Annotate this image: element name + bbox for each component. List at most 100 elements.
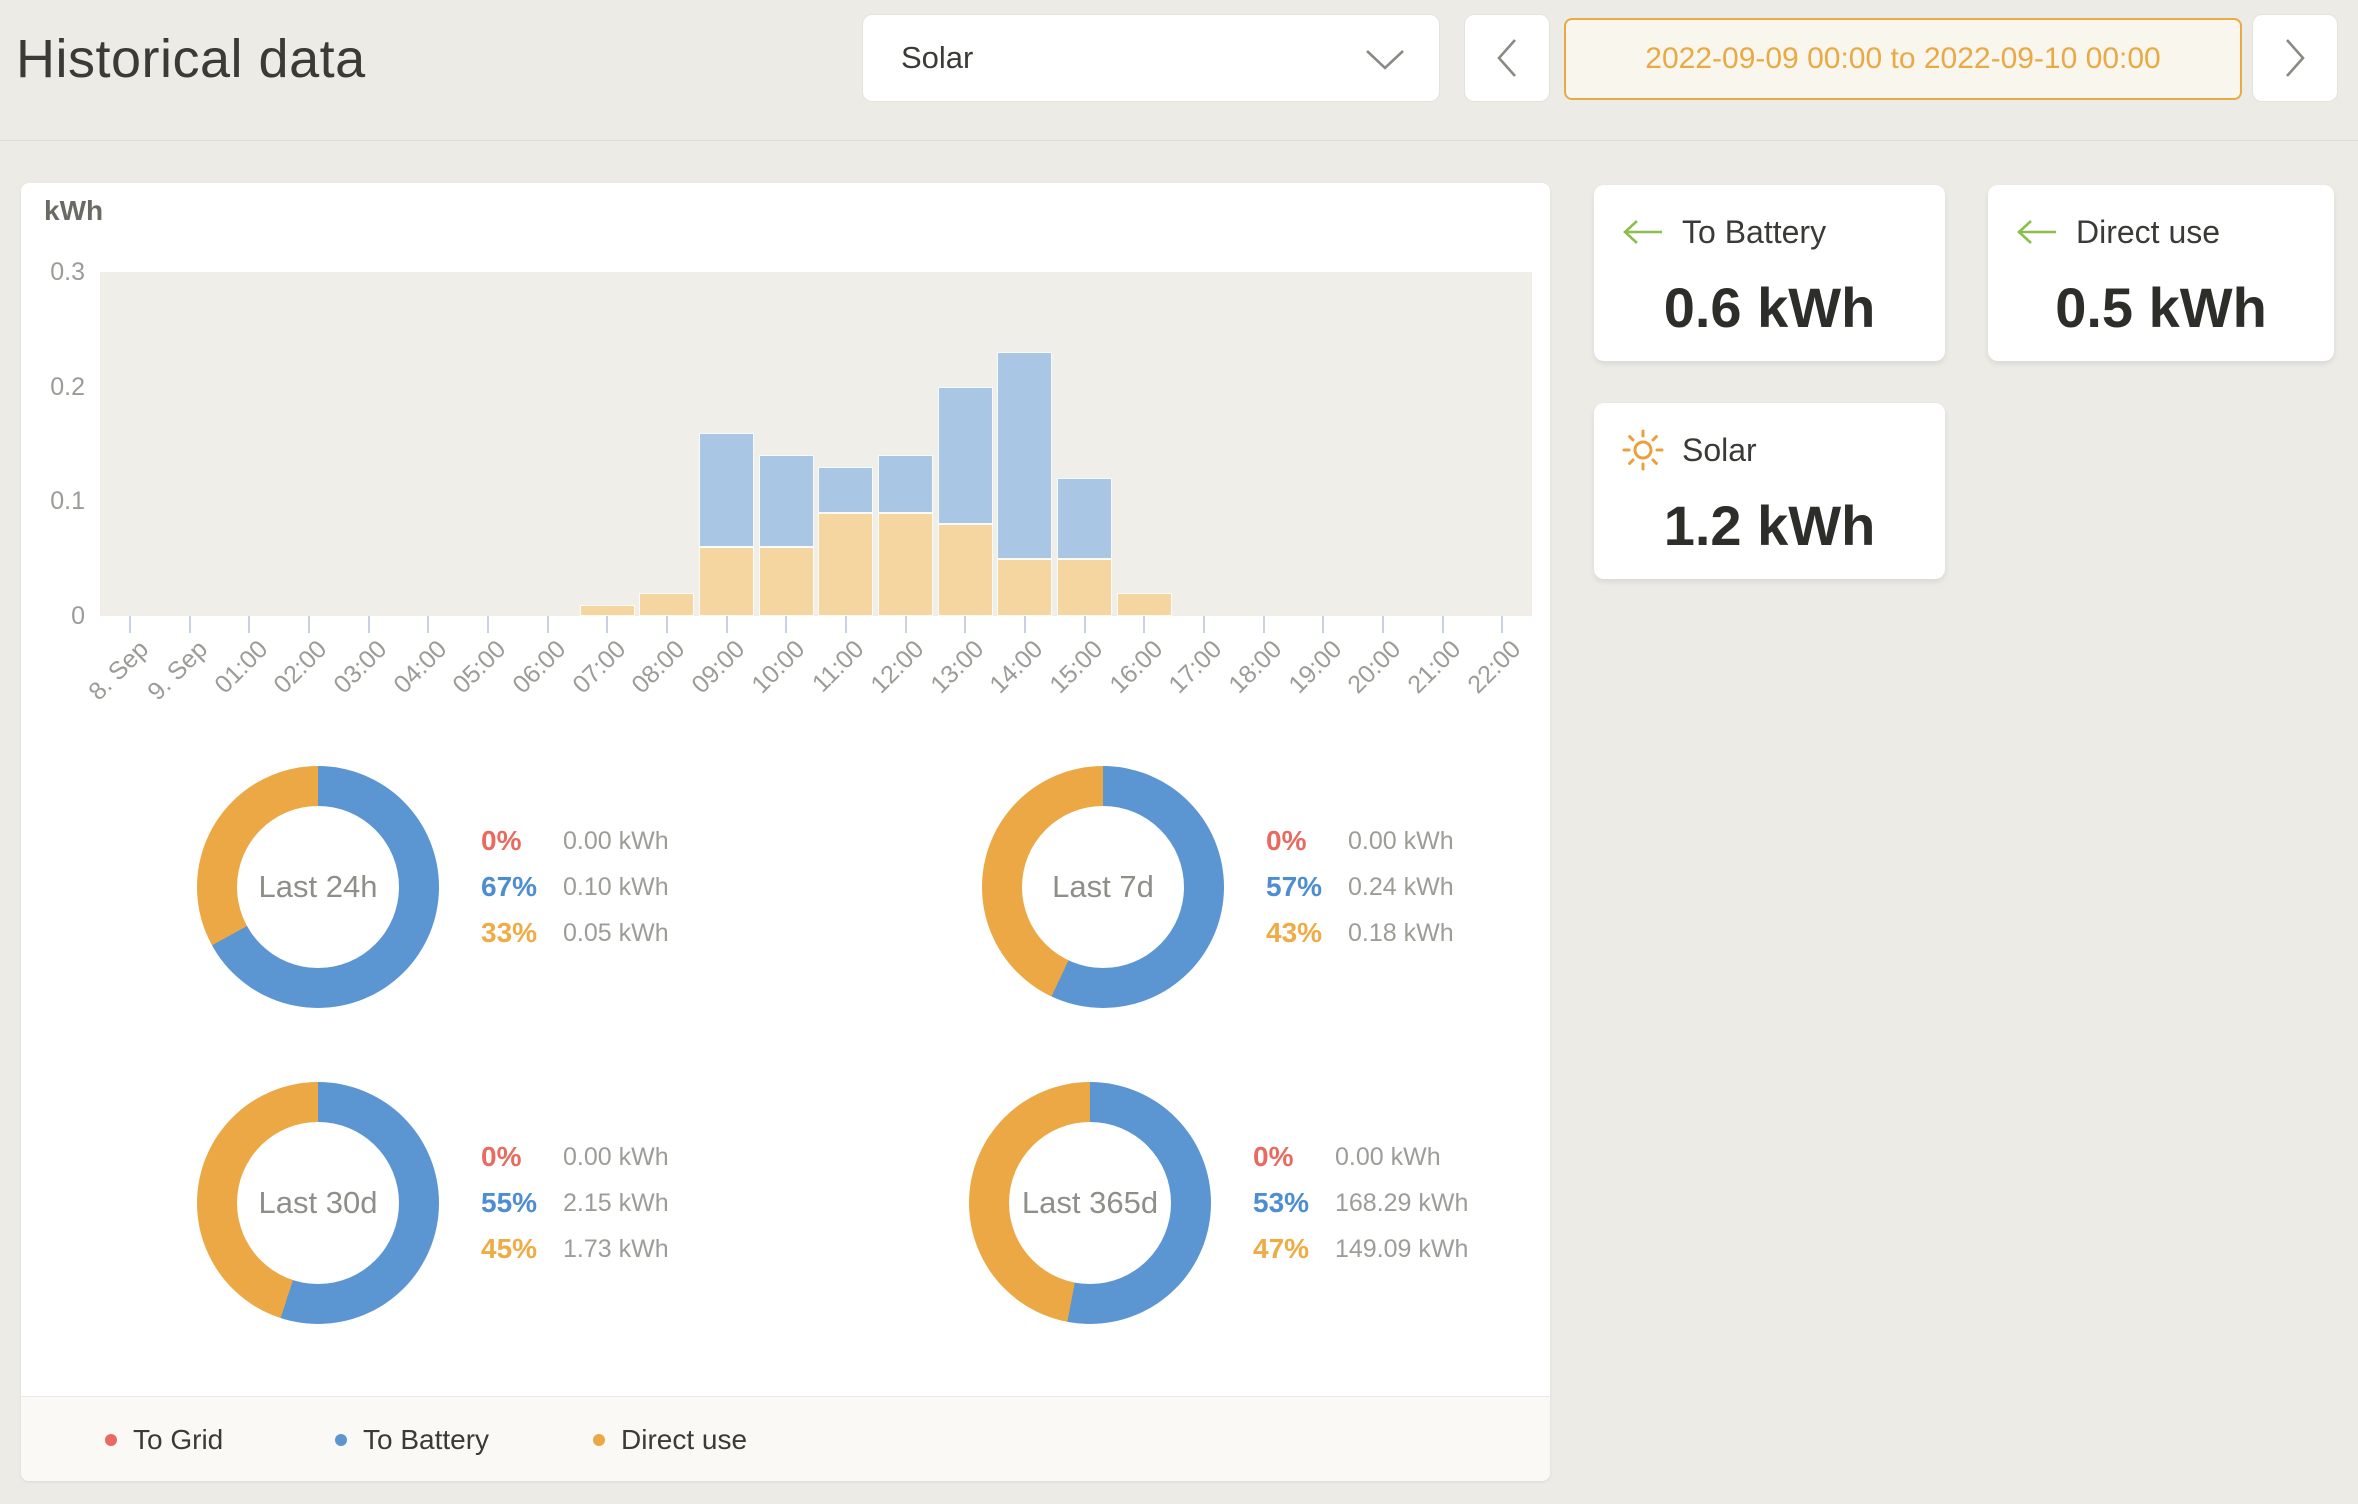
donut-chart-last-7d[interactable]: Last 7d [982,766,1224,1008]
card-label: Solar [1682,432,1757,469]
bar-segment-direct-use[interactable] [878,513,933,616]
arrow-left-icon [2016,218,2062,246]
previous-period-button[interactable] [1464,14,1550,102]
meter-select[interactable]: Solar [862,14,1440,102]
bar-segment-to-battery[interactable] [699,433,754,548]
donut-period-label: Last 24h [259,869,378,905]
legend-item-to-battery[interactable]: To Battery [335,1397,489,1482]
donut-center: Last 24h [237,806,399,968]
chevron-left-icon [1496,38,1518,78]
donut-stats: 0%0.00 kWh67%0.10 kWh33%0.05 kWh [481,818,669,956]
plot-area [100,272,1532,616]
bar-segment-direct-use[interactable] [818,513,873,616]
donut-stat-row: 33% 0.05 kWh [481,910,669,956]
donut-stat-row: 0% 0.00 kWh [481,1134,669,1180]
donut-chart-last-24h[interactable]: Last 24h [197,766,439,1008]
x-axis-tick [845,616,847,633]
x-axis-tick [1263,616,1265,633]
x-axis-tick [1501,616,1503,633]
donut-period-label: Last 365d [1022,1185,1158,1221]
y-axis-tick-label: 0 [23,601,85,631]
donut-period-label: Last 30d [259,1185,378,1221]
chevron-right-icon [2284,38,2306,78]
date-range-button[interactable]: 2022-09-09 00:00 to 2022-09-10 00:00 [1564,18,2242,100]
donut-stat-row: 47%149.09 kWh [1253,1226,1468,1272]
stat-percent: 43% [1266,917,1338,949]
bar-segment-direct-use[interactable] [639,593,694,616]
bar-segment-direct-use[interactable] [1117,593,1172,616]
donut-chart-last-30d[interactable]: Last 30d [197,1082,439,1324]
card-label: Direct use [2076,214,2220,251]
x-axis-tick [726,616,728,633]
donut-period-label: Last 7d [1052,869,1154,905]
y-axis-tick-label: 0.1 [23,486,85,516]
bar-segment-direct-use[interactable] [997,559,1052,616]
chart-legend: To Grid To Battery Direct use [21,1396,1550,1481]
card-value: 0.5 kWh [1988,275,2334,340]
bar-segment-direct-use[interactable] [699,547,754,616]
legend-dot [593,1434,605,1446]
page-title: Historical data [16,28,366,90]
stat-kwh-value: 0.05 kWh [563,919,669,948]
legend-item-direct-use[interactable]: Direct use [593,1397,747,1482]
donut-center: Last 7d [1022,806,1184,968]
donut-stats: 0%0.00 kWh57%0.24 kWh43%0.18 kWh [1266,818,1454,956]
x-axis-tick [1024,616,1026,633]
stat-percent: 47% [1253,1233,1325,1265]
x-axis-tick [487,616,489,633]
bar-segment-direct-use[interactable] [759,547,814,616]
chevron-down-icon [1365,49,1405,71]
bar-segment-direct-use[interactable] [938,524,993,616]
stat-percent: 67% [481,871,553,903]
x-axis-tick [1382,616,1384,633]
x-axis-tick [905,616,907,633]
bar-segment-direct-use[interactable] [1057,559,1112,616]
next-period-button[interactable] [2252,14,2338,102]
stat-percent: 57% [1266,871,1338,903]
donut-chart-last-365d[interactable]: Last 365d [969,1082,1211,1324]
donut-stat-row: 45% 1.73 kWh [481,1226,669,1272]
legend-item-to-grid[interactable]: To Grid [105,1397,223,1482]
donut-stat-row: 55%2.15 kWh [481,1180,669,1226]
donut-center: Last 365d [1009,1122,1171,1284]
card-value: 0.6 kWh [1594,275,1945,340]
legend-label: To Battery [363,1424,489,1456]
date-range-text: 2022-09-09 00:00 to 2022-09-10 00:00 [1645,42,2160,76]
bar-segment-to-battery[interactable] [938,387,993,525]
to-battery-card: To Battery 0.6 kWh [1594,185,1945,361]
stat-kwh-value: 0.00 kWh [563,1143,669,1172]
x-axis-tick [964,616,966,633]
legend-dot [105,1434,117,1446]
bar-segment-to-battery[interactable] [759,455,814,547]
arrow-left-icon [1622,218,1668,246]
bar-segment-to-battery[interactable] [818,467,873,513]
bar-segment-to-battery[interactable] [997,352,1052,558]
legend-dot [335,1434,347,1446]
stat-percent: 0% [1266,825,1338,857]
x-axis-tick [189,616,191,633]
x-axis-tick [1143,616,1145,633]
legend-label: Direct use [621,1424,747,1456]
donut-stat-row: 0%0.00 kWh [1253,1134,1468,1180]
bar-segment-to-battery[interactable] [1057,478,1112,558]
stat-kwh-value: 0.00 kWh [563,827,669,856]
stat-percent: 45% [481,1233,553,1265]
stat-kwh-value: 168.29 kWh [1335,1189,1468,1218]
stat-percent: 0% [1253,1141,1325,1173]
bar-segment-direct-use[interactable] [580,605,635,616]
y-axis-unit-label: kWh [44,195,103,227]
card-value: 1.2 kWh [1594,493,1945,558]
stat-kwh-value: 1.73 kWh [563,1235,669,1264]
header-divider [0,140,2358,141]
stat-percent: 33% [481,917,553,949]
x-axis-tick [368,616,370,633]
x-axis-tick [427,616,429,633]
history-chart-panel: kWh 0.30.20.108. Sep9. Sep01:0002:0003:0… [21,183,1550,1481]
stat-percent: 0% [481,1141,553,1173]
historical-data-screen: Historical data Solar 2022-09-09 00:00 t… [0,0,2358,1504]
x-axis-tick [1203,616,1205,633]
bar-segment-to-battery[interactable] [878,455,933,512]
solar-card: Solar 1.2 kWh [1594,403,1945,579]
direct-use-card: Direct use 0.5 kWh [1988,185,2334,361]
x-axis-tick [129,616,131,633]
